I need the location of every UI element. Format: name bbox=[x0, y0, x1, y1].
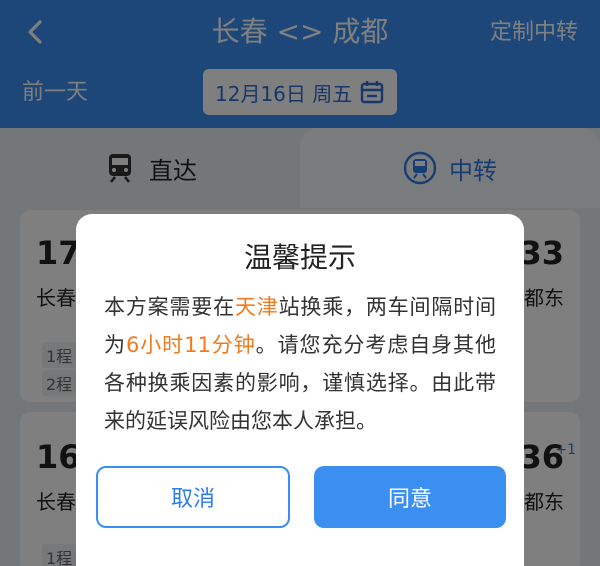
interval-highlight: 6小时11分钟 bbox=[125, 333, 256, 357]
message-text: 本方案需要在 bbox=[104, 295, 235, 319]
cancel-button[interactable]: 取消 bbox=[96, 466, 290, 528]
transfer-station-highlight: 天津 bbox=[234, 295, 279, 319]
agree-button[interactable]: 同意 bbox=[314, 466, 506, 528]
dialog-title: 温馨提示 bbox=[243, 241, 356, 274]
dialog-message: 本方案需要在天津站换乘，两车间隔时间为6小时11分钟。请您充分考虑自身其他各种换… bbox=[104, 288, 496, 440]
transfer-warning-dialog: 温馨提示 本方案需要在天津站换乘，两车间隔时间为6小时11分钟。请您充分考虑自身… bbox=[76, 214, 524, 566]
